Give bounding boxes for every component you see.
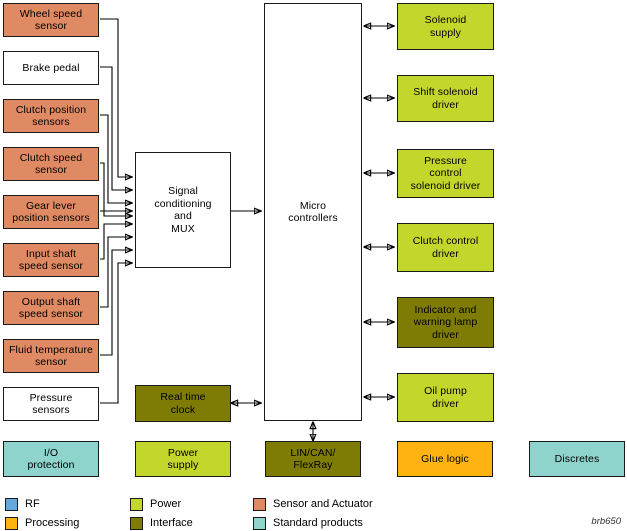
block-real-time-clock[interactable]: Real time clock xyxy=(135,385,231,422)
bottom-block-power-supply[interactable]: Power supply xyxy=(135,441,231,477)
input-block-wheel-speed-sensor[interactable]: Wheel speed sensor xyxy=(3,3,99,37)
output-block-solenoid-supply[interactable]: Solenoid supply xyxy=(397,3,494,50)
figure-caption: brb650 xyxy=(591,516,621,527)
legend-label-power: Power xyxy=(150,498,182,510)
legend-label-interface: Interface xyxy=(150,517,193,529)
output-block-clutch-control-driver[interactable]: Clutch control driver xyxy=(397,223,494,272)
legend-item-power: Power xyxy=(130,498,181,511)
legend-swatch-rf xyxy=(5,498,18,511)
legend-swatch-sensor-and-actuator xyxy=(253,498,266,511)
legend-item-rf: RF xyxy=(5,498,40,511)
input-block-input-shaft-speed-sensor[interactable]: Input shaft speed sensor xyxy=(3,243,99,277)
legend-swatch-interface xyxy=(130,517,143,530)
legend-label-processing: Processing xyxy=(25,517,80,529)
input-block-pressure-sensors[interactable]: Pressure sensors xyxy=(3,387,99,421)
legend-item-interface: Interface xyxy=(130,517,193,530)
legend-item-processing: Processing xyxy=(5,517,79,530)
block-micro-controllers[interactable]: Micro controllers xyxy=(264,3,362,421)
bottom-block-io-protection[interactable]: I/O protection xyxy=(3,441,99,477)
legend-label-standard-products: Standard products xyxy=(273,517,363,529)
legend-swatch-processing xyxy=(5,517,18,530)
legend-item-sensor-and-actuator: Sensor and Actuator xyxy=(253,498,373,511)
legend-label-rf: RF xyxy=(25,498,40,510)
input-block-clutch-position-sensors[interactable]: Clutch position sensors xyxy=(3,99,99,133)
bottom-block-lin-can-flexray[interactable]: LIN/CAN/ FlexRay xyxy=(265,441,361,477)
input-block-clutch-speed-sensor[interactable]: Clutch speed sensor xyxy=(3,147,99,181)
input-block-gear-lever-position-sensors[interactable]: Gear lever position sensors xyxy=(3,195,99,229)
legend-item-standard-products: Standard products xyxy=(253,517,363,530)
legend-swatch-power xyxy=(130,498,143,511)
legend-label-sensor-and-actuator: Sensor and Actuator xyxy=(273,498,373,510)
output-block-oil-pump-driver[interactable]: Oil pump driver xyxy=(397,373,494,422)
bottom-block-glue-logic[interactable]: Glue logic xyxy=(397,441,493,477)
output-block-pressure-control-solenoid-driver[interactable]: Pressure control solenoid driver xyxy=(397,149,494,198)
input-block-output-shaft-speed-sensor[interactable]: Output shaft speed sensor xyxy=(3,291,99,325)
input-block-brake-pedal[interactable]: Brake pedal xyxy=(3,51,99,85)
block-diagram-canvas: Wheel speed sensor Brake pedal Clutch po… xyxy=(0,0,627,531)
input-block-fluid-temperature-sensor[interactable]: Fluid temperature sensor xyxy=(3,339,99,373)
output-block-indicator-and-warning-lamp-driver[interactable]: Indicator and warning lamp driver xyxy=(397,297,494,348)
block-signal-conditioning-and-mux[interactable]: Signal conditioning and MUX xyxy=(135,152,231,268)
bottom-block-discretes[interactable]: Discretes xyxy=(529,441,625,477)
output-block-shift-solenoid-driver[interactable]: Shift solenoid driver xyxy=(397,75,494,122)
legend-swatch-standard-products xyxy=(253,517,266,530)
